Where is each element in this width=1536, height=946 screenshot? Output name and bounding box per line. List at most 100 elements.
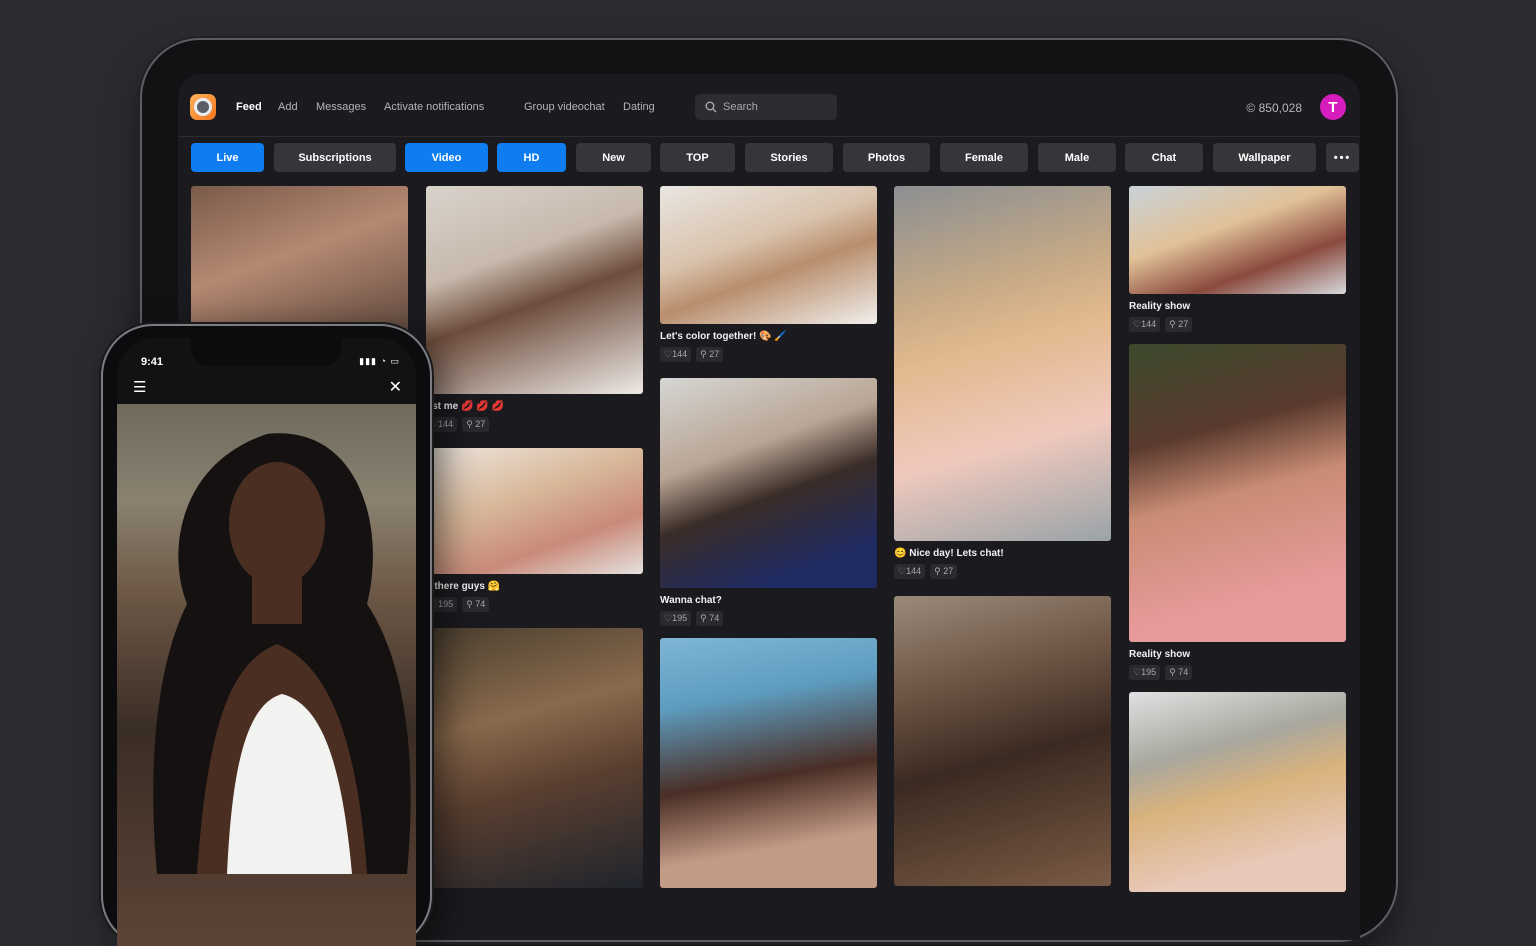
viewers-value: 27 bbox=[475, 419, 486, 429]
coin-icon: © bbox=[1246, 101, 1256, 115]
card-stats: ♡195 ⚲ 74 bbox=[660, 611, 877, 626]
user-icon: ⚲ bbox=[1169, 667, 1179, 677]
nav-group-videochat[interactable]: Group videochat bbox=[524, 101, 605, 113]
filter-new[interactable]: New bbox=[576, 143, 651, 172]
likes-value: 195 bbox=[1141, 667, 1157, 677]
filter-chat[interactable]: Chat bbox=[1125, 143, 1203, 172]
viewers-value: 27 bbox=[1178, 319, 1189, 329]
signal-icon: ▮▮▮ bbox=[359, 356, 378, 366]
heart-icon: ♡ bbox=[1133, 319, 1142, 329]
more-filters-button[interactable]: ••• bbox=[1326, 143, 1359, 172]
filter-hd[interactable]: HD bbox=[497, 143, 566, 172]
card-caption: 😊 Nice day! Lets chat! bbox=[894, 548, 1004, 559]
stream-thumbnail[interactable] bbox=[426, 448, 643, 574]
coin-amount: 850,028 bbox=[1258, 101, 1302, 115]
card-stats: ♡144 ⚲ 27 bbox=[1129, 317, 1346, 332]
card-caption: li there guys 🤗 bbox=[426, 581, 501, 592]
stream-card[interactable] bbox=[660, 638, 877, 888]
viewers-count: ⚲ 74 bbox=[1165, 665, 1193, 680]
likes-count: ♡195 bbox=[1129, 665, 1161, 680]
card-stats: ♡144 ⚲ 27 bbox=[894, 564, 1111, 579]
stream-card[interactable]: ust me 💋 💋 💋 ♡144 ⚲ 27 bbox=[426, 186, 643, 432]
user-icon: ⚲ bbox=[934, 566, 944, 576]
likes-value: 144 bbox=[438, 419, 454, 429]
viewers-count: ⚲ 27 bbox=[930, 564, 958, 579]
stream-card[interactable] bbox=[894, 596, 1111, 886]
user-icon: ⚲ bbox=[466, 599, 476, 609]
heart-icon: ♡ bbox=[664, 613, 673, 623]
ellipsis-icon: ••• bbox=[1333, 151, 1352, 164]
stream-thumbnail[interactable] bbox=[660, 378, 877, 588]
search-icon bbox=[705, 101, 717, 113]
heart-icon: ♡ bbox=[430, 599, 439, 609]
viewers-value: 74 bbox=[475, 599, 486, 609]
heart-icon: ♡ bbox=[898, 566, 907, 576]
heart-icon: ♡ bbox=[1133, 667, 1142, 677]
card-caption: Let's color together! 🎨 🖌️ bbox=[660, 331, 787, 342]
card-caption: Reality show bbox=[1129, 649, 1191, 660]
wifi-icon: ◔ bbox=[380, 356, 387, 366]
live-stream-view[interactable] bbox=[117, 404, 416, 946]
search-input[interactable]: Search bbox=[695, 94, 837, 120]
likes-count: ♡144 bbox=[1129, 317, 1161, 332]
card-stats: ♡195 ⚲ 74 bbox=[426, 597, 643, 612]
card-stats: ♡144 ⚲ 27 bbox=[660, 347, 877, 362]
stream-thumbnail[interactable] bbox=[426, 628, 643, 888]
stream-card[interactable]: 😊 Nice day! Lets chat! ♡144 ⚲ 27 bbox=[894, 186, 1111, 579]
search-placeholder: Search bbox=[723, 101, 758, 113]
hamburger-icon[interactable]: ☰ bbox=[133, 378, 146, 396]
viewers-value: 74 bbox=[1178, 667, 1189, 677]
stream-thumbnail[interactable] bbox=[1129, 692, 1346, 892]
user-icon: ⚲ bbox=[466, 419, 476, 429]
stream-card[interactable]: Wanna chat? ♡195 ⚲ 74 bbox=[660, 378, 877, 626]
stream-thumbnail[interactable] bbox=[660, 186, 877, 324]
app-logo[interactable] bbox=[190, 94, 216, 120]
stream-card[interactable]: Reality show ♡195 ⚲ 74 bbox=[1129, 344, 1346, 680]
filter-wallpaper[interactable]: Wallpaper bbox=[1213, 143, 1316, 172]
phone-screen: 9:41 ▮▮▮ ◔ ▭ ☰ ✕ bbox=[117, 338, 416, 946]
filter-live[interactable]: Live bbox=[191, 143, 264, 172]
stream-thumbnail[interactable] bbox=[1129, 186, 1346, 294]
card-caption: ust me 💋 💋 💋 bbox=[426, 401, 504, 412]
stream-card[interactable]: Let's color together! 🎨 🖌️ ♡144 ⚲ 27 bbox=[660, 186, 877, 362]
likes-count: ♡144 bbox=[660, 347, 692, 362]
stream-thumbnail[interactable] bbox=[426, 186, 643, 394]
top-bar: Feed Add Messages Activate notifications… bbox=[178, 74, 1360, 137]
viewers-count: ⚲ 27 bbox=[696, 347, 724, 362]
nav-add[interactable]: Add bbox=[278, 101, 298, 113]
stream-card[interactable] bbox=[426, 628, 643, 888]
stream-thumbnail[interactable] bbox=[894, 596, 1111, 886]
viewers-count: ⚲ 74 bbox=[696, 611, 724, 626]
nav-feed[interactable]: Feed bbox=[236, 101, 262, 113]
status-icons: ▮▮▮ ◔ ▭ bbox=[359, 356, 400, 367]
stream-thumbnail[interactable] bbox=[1129, 344, 1346, 642]
stream-card[interactable] bbox=[1129, 692, 1346, 892]
stream-thumbnail[interactable] bbox=[894, 186, 1111, 541]
stream-card[interactable]: Reality show ♡144 ⚲ 27 bbox=[1129, 186, 1346, 332]
nav-dating[interactable]: Dating bbox=[623, 101, 655, 113]
nav-activate-notifications[interactable]: Activate notifications bbox=[384, 101, 484, 113]
filter-female[interactable]: Female bbox=[940, 143, 1028, 172]
filter-photos[interactable]: Photos bbox=[843, 143, 930, 172]
likes-count: ♡195 bbox=[660, 611, 692, 626]
filter-male[interactable]: Male bbox=[1038, 143, 1116, 172]
battery-icon: ▭ bbox=[390, 356, 400, 366]
nav-messages[interactable]: Messages bbox=[316, 101, 366, 113]
phone-device: 9:41 ▮▮▮ ◔ ▭ ☰ ✕ bbox=[103, 326, 430, 946]
viewers-count: ⚲ 27 bbox=[462, 417, 490, 432]
viewers-value: 27 bbox=[709, 349, 720, 359]
close-icon[interactable]: ✕ bbox=[389, 377, 402, 397]
heart-icon: ♡ bbox=[430, 419, 439, 429]
filter-top[interactable]: TOP bbox=[660, 143, 735, 172]
stream-card[interactable]: li there guys 🤗 ♡195 ⚲ 74 bbox=[426, 448, 643, 612]
avatar[interactable]: T bbox=[1320, 94, 1346, 120]
filter-video[interactable]: Video bbox=[405, 143, 488, 172]
likes-value: 195 bbox=[438, 599, 454, 609]
likes-count: ♡195 bbox=[426, 597, 458, 612]
user-icon: ⚲ bbox=[700, 613, 710, 623]
stream-thumbnail[interactable] bbox=[660, 638, 877, 888]
card-caption: Reality show bbox=[1129, 301, 1191, 312]
user-icon: ⚲ bbox=[700, 349, 710, 359]
filter-subscriptions[interactable]: Subscriptions bbox=[274, 143, 396, 172]
filter-stories[interactable]: Stories bbox=[745, 143, 833, 172]
